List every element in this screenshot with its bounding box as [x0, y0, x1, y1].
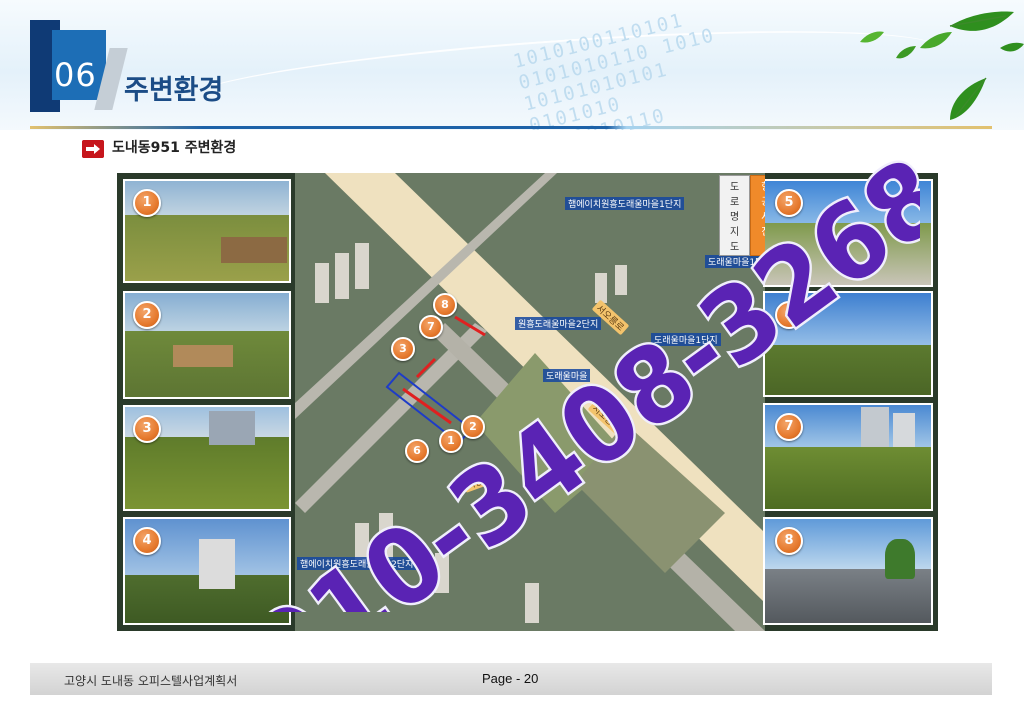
page-footer: 고양시 도내동 오피스텔사업계획서 Page - 20 — [30, 663, 992, 695]
section-number: 06 — [54, 56, 97, 94]
photo-number-badge: 2 — [133, 301, 161, 329]
map-place-label: 도래울마을1단지 — [651, 333, 721, 346]
photo-number-badge: 5 — [775, 189, 803, 217]
map-view-tabs: 도로명지도 항공사진 겹쳐 — [719, 175, 765, 256]
tab-road-map[interactable]: 도로명지도 — [719, 175, 751, 256]
photo-number-badge: 6 — [775, 301, 803, 329]
site-photo-2: 2 — [123, 291, 291, 399]
tab-aerial-photo[interactable]: 항공사진 — [750, 175, 765, 256]
map-marker[interactable]: 8 — [433, 293, 457, 317]
site-photo-7: 7 — [763, 403, 933, 511]
site-photo-5: 5 — [763, 179, 933, 287]
photo-number-badge: 3 — [133, 415, 161, 443]
arrow-right-icon — [82, 140, 104, 158]
section-title: 주변환경 — [124, 75, 224, 106]
map-place-label: 도래울마을 — [543, 369, 591, 382]
aerial-map: 도로명지도 항공사진 겹쳐 햄에이치원흥도래울마을1단지 도래울마을1단지 도래… — [295, 173, 765, 631]
site-photo-1: 1 — [123, 179, 291, 283]
site-photo-8: 8 — [763, 517, 933, 625]
map-place-label: 도래울마을1단지 — [705, 255, 765, 268]
map-marker[interactable]: 6 — [405, 439, 429, 463]
map-marker[interactable]: 2 — [461, 415, 485, 439]
header-rule — [30, 126, 992, 129]
map-place-label: 햄에이치원흥도래울마을2단지 — [297, 557, 417, 570]
document-title: 고양시 도내동 오피스텔사업계획서 — [64, 674, 238, 688]
site-photo-3: 3 — [123, 405, 291, 511]
map-place-label: 원흥도래울마을2단지 — [515, 317, 602, 330]
map-marker[interactable]: 3 — [391, 337, 415, 361]
photo-number-badge: 7 — [775, 413, 803, 441]
photo-number-badge: 8 — [775, 527, 803, 555]
surroundings-panel: 1 2 3 4 도로명지도 햄에이치원흥도래울마을1단지 도래울마을1단 도래울… — [117, 173, 938, 631]
header-background: 1010100110101 0101010110 1010 10101010101 0… — [0, 0, 1024, 130]
page-number: Page - 20 — [482, 671, 539, 686]
site-photo-6: 6 — [763, 291, 933, 397]
leaf-decoration-icon — [860, 11, 1024, 120]
map-marker[interactable]: 7 — [419, 315, 443, 339]
site-photo-4: 4 — [123, 517, 291, 625]
photo-number-badge: 4 — [133, 527, 161, 555]
map-marker[interactable]: 1 — [439, 429, 463, 453]
subheading-title: 도내동951 주변환경 — [112, 140, 237, 156]
photo-number-badge: 1 — [133, 189, 161, 217]
map-place-label: 햄에이치원흥도래울마을1단지 — [565, 197, 685, 210]
